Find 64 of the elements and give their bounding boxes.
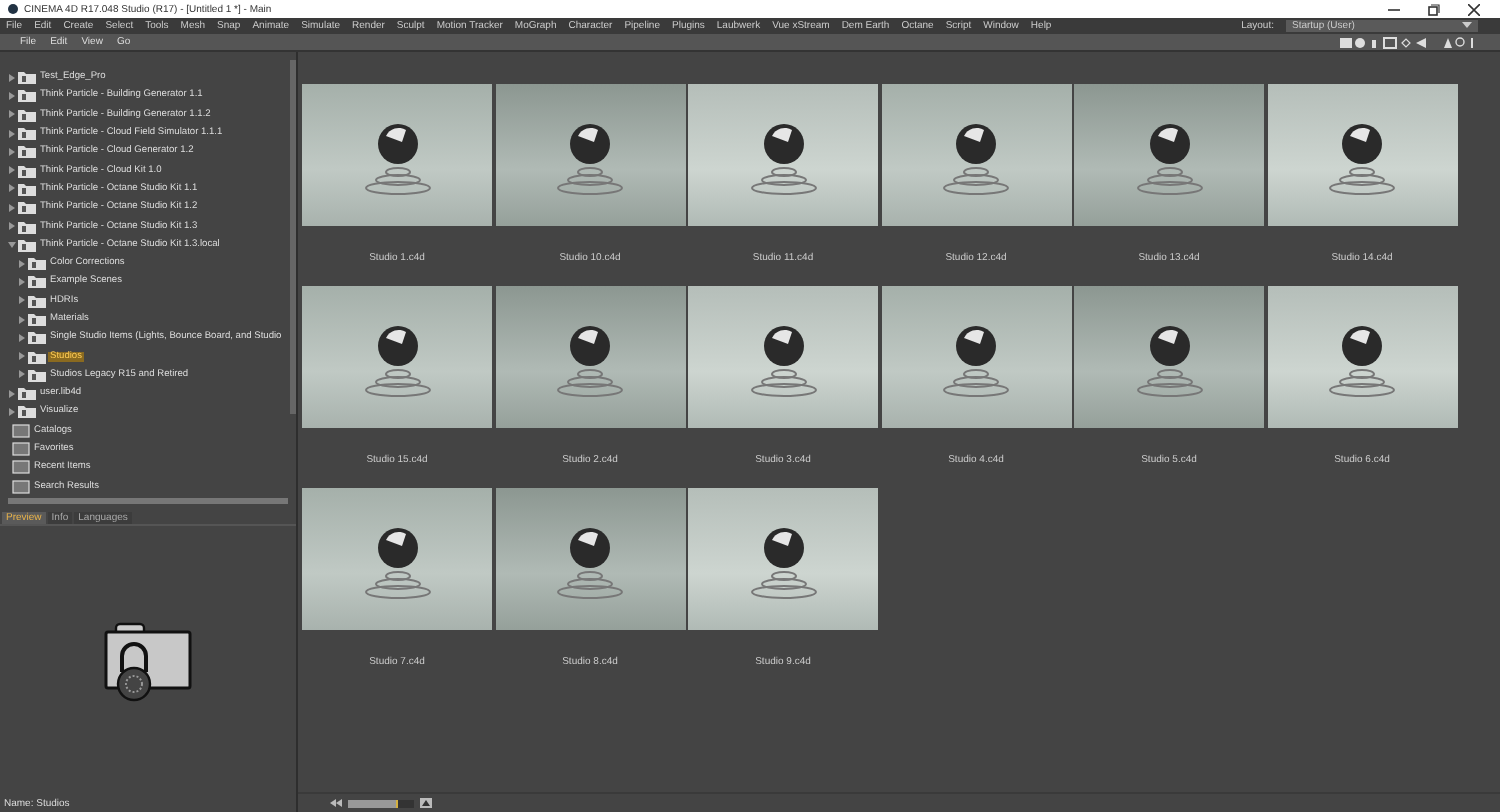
collapsed-arrow-icon[interactable]	[8, 389, 16, 398]
render-thumbnail[interactable]	[302, 488, 492, 630]
folder-icon	[28, 330, 46, 345]
collapsed-arrow-icon[interactable]	[8, 222, 16, 231]
render-thumbnail[interactable]	[495, 488, 685, 630]
folder-icon	[18, 126, 36, 141]
locked-folder-icon	[102, 619, 194, 703]
minimize-icon[interactable]	[1388, 3, 1400, 15]
render-thumbnail[interactable]	[1074, 286, 1264, 428]
collapsed-arrow-icon[interactable]	[8, 184, 16, 193]
app-logo-icon	[8, 4, 18, 14]
render-thumbnail[interactable]	[1267, 286, 1457, 428]
zoom-slider[interactable]	[348, 799, 414, 807]
render-thumbnail[interactable]	[688, 286, 878, 428]
collapsed-arrow-icon[interactable]	[18, 277, 26, 286]
folder-icon	[18, 386, 36, 401]
expanded-arrow-icon[interactable]	[8, 241, 16, 248]
render-thumbnail[interactable]	[302, 286, 492, 428]
scrollbar[interactable]	[290, 60, 296, 414]
collapsed-arrow-icon[interactable]	[8, 147, 16, 156]
collapsed-arrow-icon[interactable]	[18, 333, 26, 342]
folder-icon	[28, 256, 46, 271]
scrollbar[interactable]	[8, 498, 288, 504]
folder-icon	[18, 219, 36, 234]
folder-icon	[18, 70, 36, 85]
folder-icon	[18, 181, 36, 196]
render-thumbnail[interactable]	[1074, 84, 1264, 226]
collapsed-arrow-icon[interactable]	[8, 203, 16, 212]
maximize-icon[interactable]	[1428, 3, 1440, 15]
render-thumbnail[interactable]	[881, 84, 1071, 226]
folder-icon	[18, 144, 36, 159]
folder-icon	[18, 107, 36, 122]
render-thumbnail[interactable]	[688, 84, 878, 226]
folder-icon	[28, 293, 46, 308]
render-thumbnail[interactable]	[1267, 84, 1457, 226]
render-thumbnail[interactable]	[495, 286, 685, 428]
collapsed-arrow-icon[interactable]	[8, 129, 16, 138]
collapsed-arrow-icon[interactable]	[8, 110, 16, 119]
render-thumbnail[interactable]	[688, 488, 878, 630]
collapsed-arrow-icon[interactable]	[8, 407, 16, 416]
render-thumbnail[interactable]	[881, 286, 1071, 428]
collapsed-arrow-icon[interactable]	[18, 259, 26, 268]
folder-icon	[18, 200, 36, 215]
folder-icon	[18, 163, 36, 178]
folder-icon	[28, 349, 46, 364]
collapsed-arrow-icon[interactable]	[8, 73, 16, 82]
folder-icon	[18, 404, 36, 419]
folder-icon	[28, 312, 46, 326]
collapsed-arrow-icon[interactable]	[8, 166, 16, 175]
caret-icon	[1462, 22, 1472, 30]
folder-icon	[28, 367, 46, 382]
collapsed-arrow-icon[interactable]	[8, 91, 16, 100]
render-thumbnail[interactable]	[495, 84, 685, 226]
folder-icon	[28, 274, 46, 289]
collapsed-arrow-icon[interactable]	[18, 315, 26, 323]
folder-icon	[18, 237, 36, 252]
close-icon[interactable]	[1468, 3, 1480, 15]
zoom-out-icon[interactable]	[330, 798, 342, 808]
collapsed-arrow-icon[interactable]	[18, 352, 26, 361]
collapsed-arrow-icon[interactable]	[18, 370, 26, 379]
render-thumbnail[interactable]	[302, 84, 492, 226]
folder-icon	[18, 88, 36, 103]
zoom-in-icon[interactable]	[420, 798, 432, 808]
collapsed-arrow-icon[interactable]	[18, 296, 26, 305]
